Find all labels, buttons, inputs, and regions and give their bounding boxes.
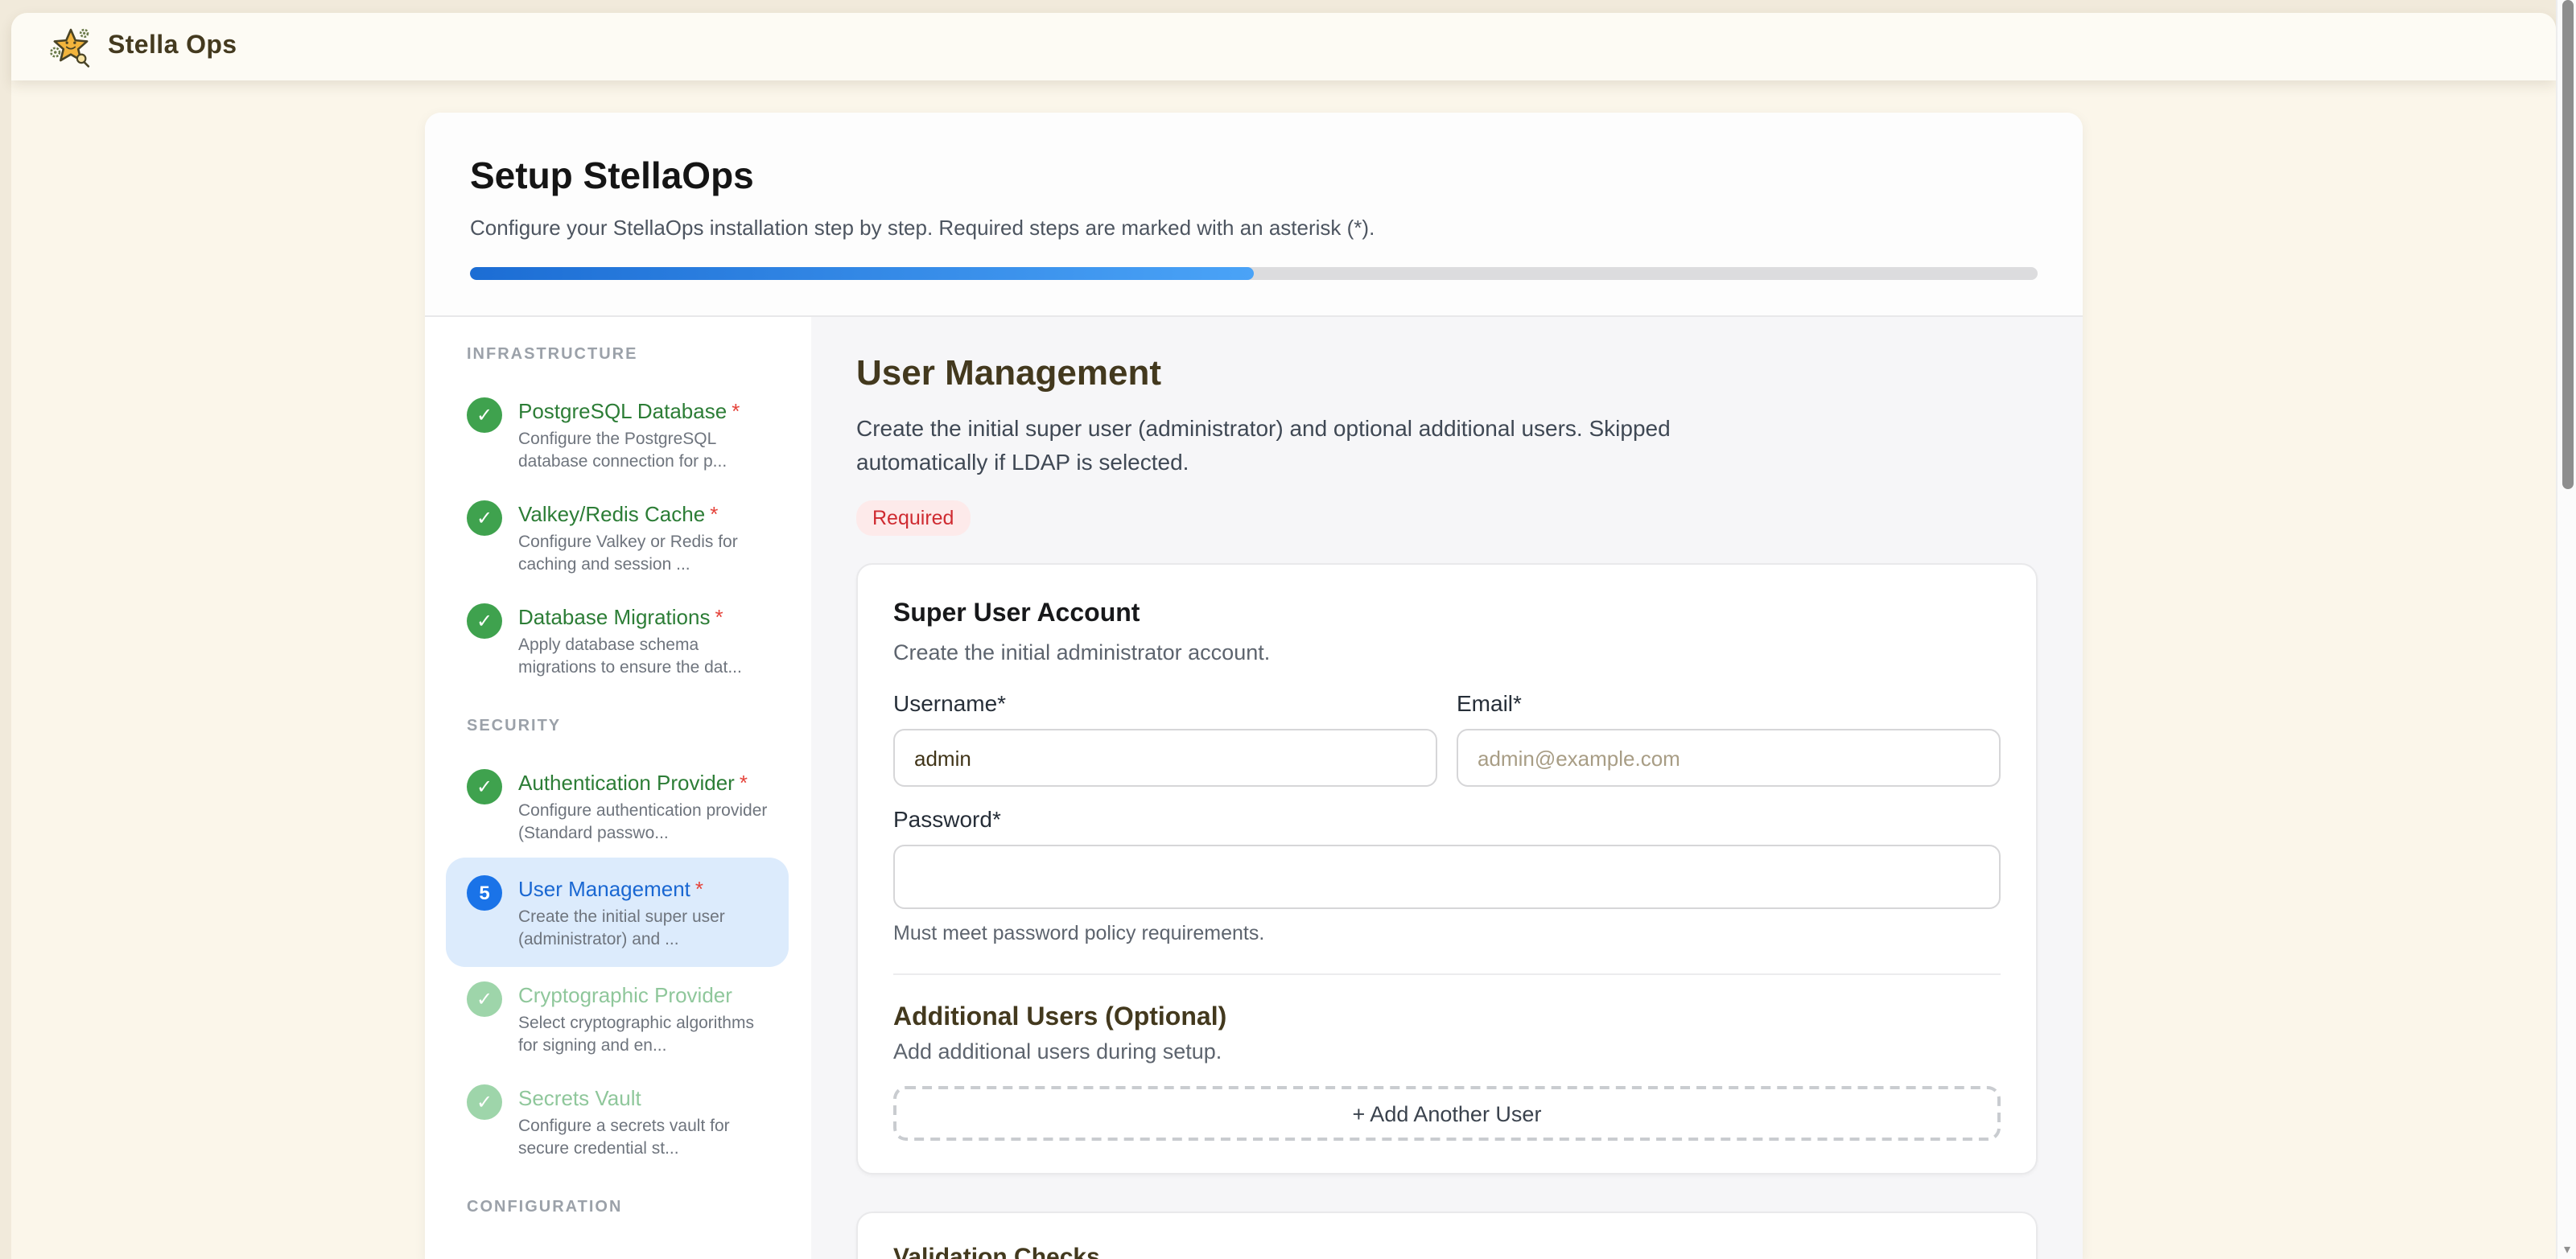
- step-number-badge: 5: [467, 875, 502, 911]
- step-description: Configure authentication provider (Stand…: [518, 800, 774, 845]
- wizard-subtitle: Configure your StellaOps installation st…: [470, 216, 2038, 240]
- additional-users-subtitle: Add additional users during setup.: [893, 1039, 2001, 1064]
- step-completed-check-icon: ✓: [467, 397, 502, 433]
- app-window: Stella Ops Setup StellaOps Configure you…: [0, 0, 2576, 1259]
- section-label-infrastructure: INFRASTRUCTURE: [467, 346, 789, 364]
- wizard-body: INFRASTRUCTURE ✓ PostgreSQL Database* Co…: [425, 317, 2083, 1259]
- step-description: Configure Valkey or Redis for caching an…: [518, 531, 774, 576]
- additional-users-title: Additional Users (Optional): [893, 1004, 2001, 1033]
- required-asterisk: *: [715, 605, 723, 629]
- steps-sidebar: INFRASTRUCTURE ✓ PostgreSQL Database* Co…: [425, 317, 811, 1259]
- sidebar-item-authentication-provider[interactable]: ✓ Authentication Provider* Configure aut…: [446, 755, 789, 858]
- email-input[interactable]: [1457, 729, 2001, 787]
- scrollbar-down-arrow-icon[interactable]: ▾: [2557, 1241, 2576, 1257]
- card-subtitle: Create the initial administrator account…: [893, 640, 2001, 664]
- section-label-configuration: CONFIGURATION: [467, 1199, 789, 1216]
- required-badge: Required: [856, 500, 970, 536]
- step-title: Cryptographic Provider: [518, 983, 774, 1007]
- card-divider: [893, 973, 2001, 975]
- step-content: User Management Create the initial super…: [811, 317, 2083, 1259]
- step-completed-check-icon: ✓: [467, 1084, 502, 1120]
- wizard-header: Setup StellaOps Configure your StellaOps…: [425, 113, 2083, 317]
- progress-fill: [470, 267, 1254, 280]
- sidebar-item-database-migrations[interactable]: ✓ Database Migrations* Apply database sc…: [446, 589, 789, 692]
- sidebar-item-postgresql-database[interactable]: ✓ PostgreSQL Database* Configure the Pos…: [446, 383, 789, 486]
- step-title: User Management*: [518, 877, 774, 901]
- step-description: Select cryptographic algorithms for sign…: [518, 1012, 774, 1057]
- sidebar-item-user-management-active[interactable]: 5 User Management* Create the initial su…: [446, 858, 789, 967]
- required-asterisk: *: [740, 771, 748, 795]
- step-title: Secrets Vault: [518, 1086, 774, 1110]
- stella-ops-logo-icon: [48, 24, 93, 69]
- add-another-user-button[interactable]: + Add Another User: [893, 1086, 2001, 1141]
- page-description: Create the initial super user (administr…: [856, 412, 1717, 479]
- step-title: PostgreSQL Database*: [518, 399, 774, 423]
- required-asterisk: *: [710, 502, 718, 526]
- section-label-security: SECURITY: [467, 718, 789, 735]
- username-input[interactable]: [893, 729, 1437, 787]
- step-completed-check-icon: ✓: [467, 500, 502, 536]
- step-description: Apply database schema migrations to ensu…: [518, 634, 774, 679]
- username-label: Username*: [893, 690, 1437, 716]
- validation-checks-title: Validation Checks: [893, 1244, 2001, 1259]
- step-title: Database Migrations*: [518, 605, 774, 629]
- card-title: Super User Account: [893, 600, 2001, 629]
- vertical-scrollbar[interactable]: ▾: [2556, 0, 2576, 1259]
- brand-name: Stella Ops: [108, 32, 237, 61]
- page-title: User Management: [856, 352, 2038, 394]
- setup-wizard-container: Setup StellaOps Configure your StellaOps…: [425, 113, 2083, 1259]
- password-field-group: Password*: [893, 806, 2001, 909]
- step-completed-check-icon: ✓: [467, 981, 502, 1017]
- setup-progress-bar: [470, 267, 2038, 280]
- email-label: Email*: [1457, 690, 2001, 716]
- scrollbar-thumb[interactable]: [2562, 0, 2573, 489]
- username-field-group: Username*: [893, 690, 1437, 787]
- required-asterisk: *: [695, 877, 703, 901]
- required-asterisk: *: [732, 399, 740, 423]
- password-label: Password*: [893, 806, 2001, 832]
- email-field-group: Email*: [1457, 690, 2001, 787]
- top-navbar: Stella Ops: [11, 13, 2556, 80]
- step-completed-check-icon: ✓: [467, 769, 502, 804]
- validation-checks-card: Validation Checks exists Check passed: [856, 1212, 2038, 1259]
- step-description: Configure a secrets vault for secure cre…: [518, 1115, 774, 1160]
- sidebar-item-cryptographic-provider[interactable]: ✓ Cryptographic Provider Select cryptogr…: [446, 967, 789, 1070]
- step-completed-check-icon: ✓: [467, 603, 502, 639]
- sidebar-item-secrets-vault[interactable]: ✓ Secrets Vault Configure a secrets vaul…: [446, 1070, 789, 1173]
- super-user-card: Super User Account Create the initial ad…: [856, 563, 2038, 1175]
- sidebar-item-valkey-redis-cache[interactable]: ✓ Valkey/Redis Cache* Configure Valkey o…: [446, 486, 789, 589]
- wizard-title: Setup StellaOps: [470, 154, 2038, 198]
- password-helper-text: Must meet password policy requirements.: [893, 922, 2001, 944]
- step-description: Create the initial super user (administr…: [518, 906, 774, 951]
- step-title: Valkey/Redis Cache*: [518, 502, 774, 526]
- password-input[interactable]: [893, 845, 2001, 909]
- step-title: Authentication Provider*: [518, 771, 774, 795]
- step-description: Configure the PostgreSQL database connec…: [518, 428, 774, 473]
